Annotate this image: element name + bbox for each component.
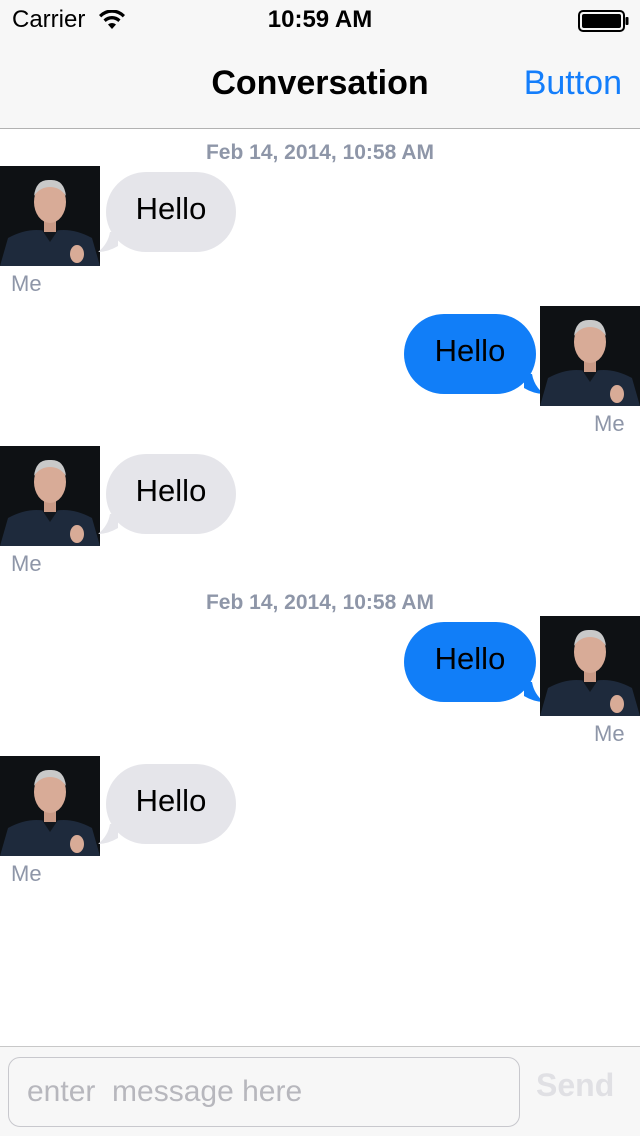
nav-right-button[interactable]: Button	[524, 64, 622, 103]
message-bubble-incoming[interactable]: Hello	[106, 172, 236, 252]
message-composer: Send	[0, 1046, 640, 1136]
sender-name: Me	[11, 861, 42, 886]
battery-icon	[578, 10, 629, 32]
chat-screen: Carrier 10:59 AM Conversation Button Feb…	[0, 0, 640, 1136]
message-timestamp: Feb 14, 2014, 10:58 AM	[205, 591, 434, 614]
sender-name: Me	[594, 721, 625, 746]
message-input[interactable]	[8, 1057, 520, 1127]
message-bubble-outgoing[interactable]: Hello	[404, 314, 536, 394]
avatar[interactable]	[0, 756, 100, 856]
avatar[interactable]	[540, 306, 640, 406]
person-photo-icon	[0, 756, 100, 856]
person-photo-icon	[540, 616, 640, 716]
sender-name: Me	[11, 271, 42, 296]
message-bubble-incoming[interactable]: Hello	[106, 454, 236, 534]
avatar[interactable]	[0, 166, 100, 266]
person-photo-icon	[0, 446, 100, 546]
message-bubble-incoming[interactable]: Hello	[106, 764, 236, 844]
clock-label: 10:59 AM	[267, 6, 373, 33]
sender-name: Me	[594, 411, 625, 436]
message-bubble-outgoing[interactable]: Hello	[404, 622, 536, 702]
person-photo-icon	[540, 306, 640, 406]
person-photo-icon	[0, 166, 100, 266]
navigation-bar: Carrier 10:59 AM Conversation Button	[0, 0, 640, 129]
sender-name: Me	[11, 551, 42, 576]
send-button[interactable]: Send	[536, 1067, 614, 1104]
avatar[interactable]	[0, 446, 100, 546]
message-timestamp: Feb 14, 2014, 10:58 AM	[205, 141, 434, 164]
avatar[interactable]	[540, 616, 640, 716]
